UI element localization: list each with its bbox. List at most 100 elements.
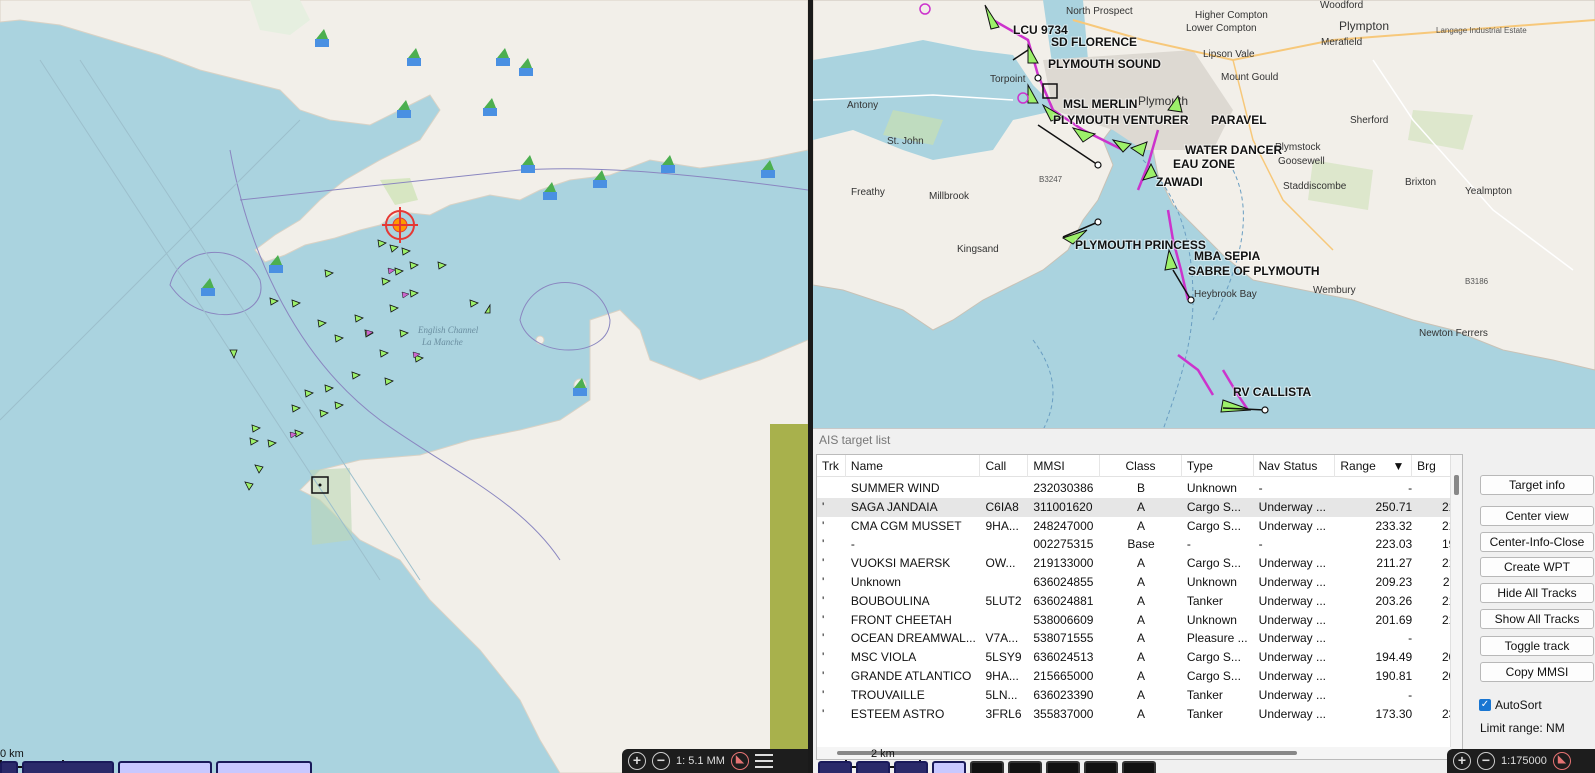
- left-chart-bar[interactable]: [0, 761, 312, 773]
- hide-all-tracks-button[interactable]: Hide All Tracks: [1480, 583, 1594, 603]
- svg-text:Yealmpton: Yealmpton: [1465, 186, 1512, 197]
- right-map-canvas[interactable]: North Prospect Higher Compton Lower Comp…: [813, 0, 1595, 430]
- col-header-nav-status[interactable]: Nav Status: [1254, 455, 1336, 477]
- cell-trk: ': [822, 650, 825, 665]
- chart-thumb[interactable]: [1046, 761, 1080, 773]
- chart-thumb[interactable]: [1008, 761, 1042, 773]
- left-scale-text: 1: 5.1 MM: [676, 755, 725, 767]
- cell-range: 250.71: [1375, 499, 1413, 514]
- toggle-track-button[interactable]: Toggle track: [1480, 636, 1594, 656]
- col-header-trk[interactable]: Trk: [817, 455, 846, 477]
- table-row[interactable]: ' Unknown 636024855 A Unknown Underway ... 209…: [817, 573, 1462, 592]
- cell-mmsi: 636024881: [1033, 593, 1094, 608]
- cell-mmsi: 538071555: [1033, 631, 1094, 646]
- cell-type: Cargo S...: [1186, 669, 1241, 683]
- chart-thumb[interactable]: [1122, 761, 1156, 773]
- compass-icon[interactable]: ◣: [730, 752, 749, 770]
- zoom-out-icon[interactable]: −: [652, 752, 670, 770]
- table-row[interactable]: ' CMA CGM MUSSET 9HA... 248247000 A Cargo S..…: [817, 517, 1462, 536]
- cell-class: A: [1137, 631, 1146, 646]
- show-all-tracks-button[interactable]: Show All Tracks: [1480, 609, 1594, 629]
- table-row[interactable]: ' VUOKSI MAERSK OW... 219133000 A Cargo S... U…: [817, 554, 1462, 573]
- center-info-close-button[interactable]: Center-Info-Close: [1480, 532, 1594, 552]
- cell-call: [981, 535, 1029, 554]
- table-row[interactable]: SUMMER WIND232030386BUnknown---: [817, 479, 1462, 498]
- right-map-toolbar: + − 1:175000 ◣: [1447, 749, 1595, 773]
- cell-trk: ': [822, 556, 825, 571]
- chart-thumb[interactable]: [894, 761, 928, 773]
- table-row[interactable]: ' BOUBOULINA 5LUT2 636024881 A Tanker Underway…: [817, 592, 1462, 611]
- cell-range: 233.32: [1375, 518, 1413, 533]
- cell-class: A: [1137, 556, 1146, 571]
- table-row[interactable]: ' GRANDE ATLANTICO 9HA... 215665000 A Cargo S…: [817, 667, 1462, 686]
- chart-thumb[interactable]: [856, 761, 890, 773]
- chart-thumb[interactable]: [22, 761, 114, 773]
- table-row[interactable]: ' FRONT CHEETAH 538006609 A Unknown Underway …: [817, 611, 1462, 630]
- col-header-name[interactable]: Name: [846, 455, 981, 477]
- zoom-in-icon[interactable]: +: [628, 752, 646, 770]
- col-header-mmsi[interactable]: MMSI: [1028, 455, 1101, 477]
- cell-type: Cargo S...: [1186, 650, 1241, 665]
- create-wpt-button[interactable]: Create WPT: [1480, 557, 1594, 577]
- cell-mmsi: 636024513: [1033, 650, 1094, 665]
- autosort-checkbox[interactable]: ✓ AutoSort: [1479, 698, 1542, 712]
- cell-call: [981, 479, 1029, 498]
- col-header-call[interactable]: Call: [980, 455, 1029, 477]
- cell-call: 5LSY9: [985, 650, 1022, 665]
- ais-table[interactable]: Trk Name Call MMSI Class Type Nav Status…: [816, 454, 1463, 760]
- cell-type: Pleasure ...: [1186, 631, 1248, 646]
- col-header-type[interactable]: Type: [1182, 455, 1254, 477]
- left-map-canvas[interactable]: English Channel La Manche: [0, 0, 808, 773]
- center-view-button[interactable]: Center view: [1480, 506, 1594, 526]
- zoom-in-icon[interactable]: +: [1453, 752, 1471, 770]
- left-chart-view[interactable]: English Channel La Manche 0 km + − 1: 5.…: [0, 0, 808, 773]
- cell-mmsi: 219133000: [1033, 556, 1094, 571]
- vertical-scrollbar[interactable]: [1450, 455, 1462, 759]
- svg-text:North Prospect: North Prospect: [1066, 6, 1133, 17]
- table-row[interactable]: '-002275315Base--223.03197: [817, 535, 1462, 554]
- svg-text:Torpoint: Torpoint: [990, 74, 1026, 85]
- cell-nav-status: Underway ...: [1258, 650, 1327, 665]
- cell-type: Cargo S...: [1186, 556, 1241, 571]
- cell-nav-status: Underway ...: [1258, 669, 1327, 683]
- target-info-button[interactable]: Target info: [1480, 475, 1594, 495]
- cell-call: [981, 573, 1029, 592]
- chart-thumb[interactable]: [216, 761, 312, 773]
- cell-nav-status: Underway ...: [1258, 575, 1327, 589]
- svg-text:B3247: B3247: [1039, 175, 1063, 184]
- checkmark-icon: ✓: [1479, 699, 1491, 711]
- chart-thumb[interactable]: [970, 761, 1004, 773]
- cell-mmsi: 636024855: [1033, 575, 1094, 589]
- svg-text:Kingsand: Kingsand: [957, 244, 999, 255]
- menu-icon[interactable]: [754, 754, 773, 768]
- svg-text:Lipson Vale: Lipson Vale: [1203, 49, 1255, 60]
- chart-thumb[interactable]: [932, 761, 966, 773]
- col-header-range[interactable]: Range ▼: [1335, 455, 1413, 477]
- cell-trk: ': [822, 518, 825, 533]
- cell-range: 209.23: [1375, 575, 1413, 589]
- cell-call: OW...: [985, 556, 1016, 571]
- table-row[interactable]: ' MSC VIOLA 5LSY9 636024513 A Cargo S... Under…: [817, 648, 1462, 667]
- cell-mmsi: 232030386: [1033, 481, 1094, 495]
- chart-thumb[interactable]: [0, 761, 18, 773]
- copy-mmsi-button[interactable]: Copy MMSI: [1480, 662, 1594, 682]
- table-row[interactable]: ' SAGA JANDAIA C6IA8 311001620 A Cargo S... Un…: [817, 497, 1462, 517]
- table-row[interactable]: ' OCEAN DREAMWAL... V7A... 538071555 A Pleasu…: [817, 629, 1462, 648]
- svg-text:Antony: Antony: [847, 100, 878, 111]
- table-row[interactable]: ' TROUVAILLE 5LN... 636023390 A Tanker Underwa…: [817, 686, 1462, 705]
- chart-thumb[interactable]: [1084, 761, 1118, 773]
- cell-name: SUMMER WIND: [850, 481, 940, 495]
- table-row[interactable]: ' ESTEEM ASTRO 3FRL6 355837000 A Tanker Underw…: [817, 705, 1462, 724]
- chart-thumb[interactable]: [118, 761, 212, 773]
- right-chart-bar[interactable]: [818, 761, 1156, 773]
- cell-range: 223.03: [1375, 537, 1413, 552]
- compass-icon[interactable]: ◣: [1552, 752, 1571, 770]
- cell-nav-status: Underway ...: [1258, 556, 1327, 571]
- svg-text:Goosewell: Goosewell: [1278, 156, 1325, 167]
- cell-mmsi: 215665000: [1033, 669, 1094, 683]
- svg-text:PLYMOUTH PRINCESS: PLYMOUTH PRINCESS: [1075, 238, 1206, 252]
- zoom-out-icon[interactable]: −: [1477, 752, 1495, 770]
- svg-text:MSL MERLIN: MSL MERLIN: [1063, 97, 1137, 111]
- chart-thumb[interactable]: [818, 761, 852, 773]
- col-header-class[interactable]: Class: [1100, 455, 1182, 477]
